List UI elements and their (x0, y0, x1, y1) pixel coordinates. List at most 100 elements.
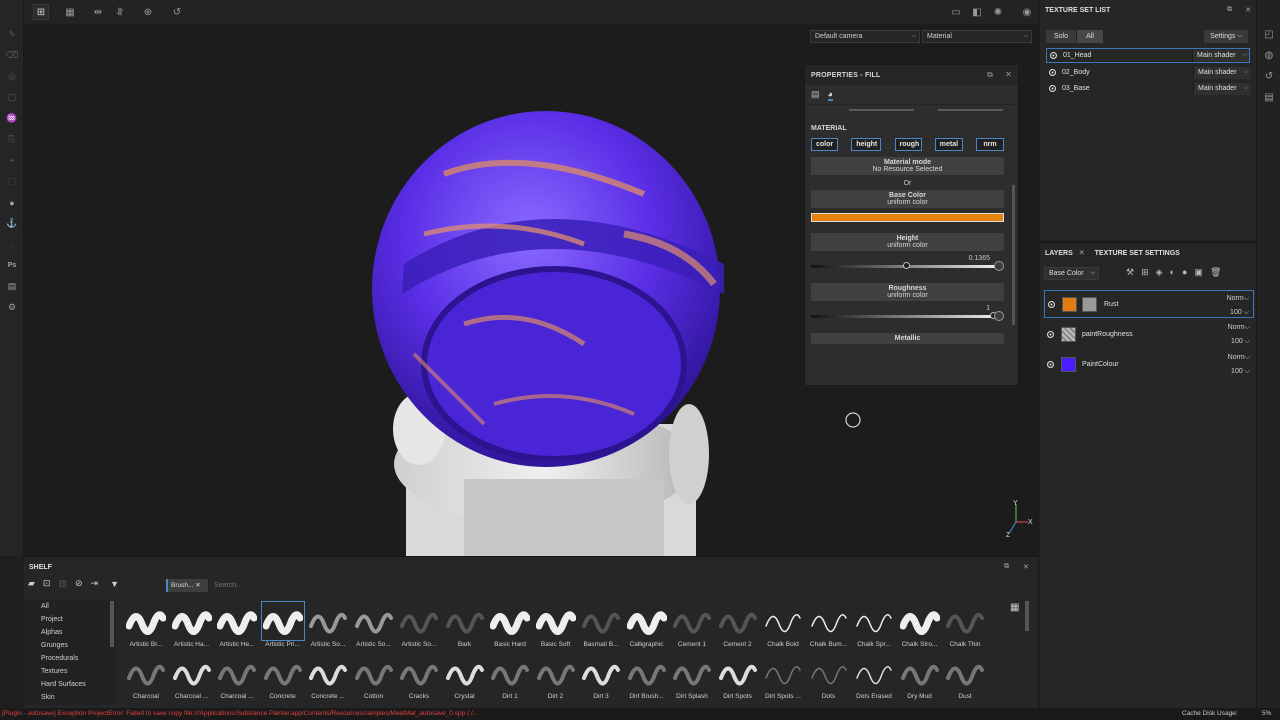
category-item[interactable]: Hard Surfaces (24, 678, 116, 691)
close-icon[interactable]: ✕ (195, 582, 200, 589)
chip-height[interactable]: height (851, 138, 882, 151)
visibility-icon[interactable] (1047, 360, 1054, 368)
add-mask-icon[interactable]: ◐ (1170, 267, 1175, 278)
roughness-block[interactable]: Roughness uniform color (811, 283, 1004, 301)
brush-item[interactable]: Charcoal ... (170, 653, 214, 703)
opacity-value[interactable]: 100 (1231, 338, 1243, 345)
visibility-icon[interactable] (1050, 52, 1057, 59)
brush-item[interactable]: Dirt Spots ... (761, 653, 805, 703)
brush-item[interactable]: Cracks (397, 653, 441, 703)
settings-button[interactable]: Settings ⌵ (1204, 30, 1248, 43)
brush-item[interactable]: Cotton (352, 653, 396, 703)
scrollbar[interactable] (1012, 185, 1015, 325)
symmetry-icon[interactable]: ⇹ (90, 4, 106, 20)
brush-item[interactable]: Concrete ... (306, 653, 350, 703)
brush-scrollbar[interactable] (1025, 601, 1029, 631)
brush-item[interactable]: Calligraphic (625, 601, 669, 651)
channel-select[interactable]: Base Color ⌵ (1044, 267, 1099, 280)
brush-item[interactable]: Chalk Spr... (852, 601, 896, 651)
search-input[interactable] (214, 579, 514, 592)
layer-row[interactable]: PaintColour Norm⌵ 100 ⌵ (1044, 350, 1254, 378)
filter-icon[interactable]: ▼ (110, 579, 119, 589)
color-picker-icon[interactable]: ⬚ (0, 171, 24, 192)
brush-item[interactable]: Chalk Bold (761, 601, 805, 651)
brush-item[interactable]: Dirt Splash (670, 653, 714, 703)
category-item[interactable]: Alphas (24, 626, 116, 639)
brush-item[interactable]: Cement 1 (670, 601, 714, 651)
grid-view-icon[interactable]: ▦ (1010, 602, 1019, 613)
texture-set-row[interactable]: 01_Head Main shader ⌵ (1046, 48, 1250, 63)
brush-item[interactable]: Basic Hard (488, 601, 532, 651)
layer-row[interactable]: paintRoughness Norm⌵ 100 ⌵ (1044, 320, 1254, 348)
visibility-icon[interactable] (1049, 69, 1056, 76)
brush-item[interactable]: Dirt 2 (534, 653, 578, 703)
new-folder-icon[interactable]: ⊡ (43, 578, 51, 589)
fill-settings-icon[interactable]: ▤ (811, 89, 820, 100)
history-icon[interactable]: ↺ (1257, 66, 1280, 87)
clone-icon[interactable]: ⎘ (0, 129, 24, 150)
close-icon[interactable]: ✕ (1079, 249, 1085, 257)
material-sphere-icon[interactable]: ◕ (827, 89, 833, 101)
category-item[interactable]: All (24, 600, 116, 613)
close-icon[interactable]: ✕ (1005, 70, 1012, 80)
brush-item[interactable]: Chalk Thin (943, 601, 987, 651)
brush-item[interactable]: Dry Mud (898, 653, 942, 703)
bake-icon[interactable]: ● (0, 192, 24, 213)
anchor-icon[interactable]: ⚓ (0, 213, 24, 234)
projection-icon[interactable]: ◎ (0, 66, 24, 87)
chip-nrm[interactable]: nrm (976, 138, 1004, 151)
brush-item[interactable]: Crystal (443, 653, 487, 703)
grid-view-icon[interactable]: ▦ (62, 4, 78, 20)
add-icon[interactable]: ⊕ (140, 4, 156, 20)
all-button[interactable]: All (1077, 30, 1103, 43)
import-icon[interactable]: ⇥ (91, 578, 99, 589)
brush-item[interactable]: Dirt Spots (716, 653, 760, 703)
graph-icon[interactable] (994, 311, 1004, 321)
brush-item[interactable]: Artistic He... (215, 601, 259, 651)
tab-texture-set-settings[interactable]: TEXTURE SET SETTINGS (1095, 250, 1180, 257)
blend-mode-select[interactable]: Norm (1228, 324, 1245, 331)
brush-item[interactable]: Artistic So... (306, 601, 350, 651)
history-icon[interactable]: ↺ (169, 4, 185, 20)
viewport-2d-icon[interactable]: ▭ (948, 4, 964, 20)
slider-knob[interactable] (903, 262, 911, 269)
roughness-slider[interactable] (811, 312, 997, 319)
float-icon[interactable]: ⧉ (987, 70, 993, 80)
brush-item[interactable]: Artistic Pri... (260, 601, 305, 651)
add-folder-icon[interactable]: ▣ (1194, 267, 1203, 278)
brush-item[interactable]: Dots Erased (852, 653, 896, 703)
height-block[interactable]: Height uniform color (811, 233, 1004, 251)
brush-item[interactable]: Chalk Bum... (807, 601, 851, 651)
visibility-icon[interactable] (1049, 85, 1056, 92)
photoshop-export-icon[interactable]: Ps (0, 255, 24, 276)
tab-layers[interactable]: LAYERS (1045, 250, 1073, 257)
layer-row[interactable]: Rust Norm⌵ 100 ⌵ (1044, 290, 1254, 318)
height-slider[interactable] (811, 262, 996, 269)
brush-item[interactable]: Artistic Ha... (170, 601, 214, 651)
visibility-icon[interactable] (1047, 330, 1054, 338)
add-fill-layer-icon[interactable]: ◈ (1156, 267, 1163, 278)
chip-color[interactable]: color (811, 138, 838, 151)
solo-button[interactable]: Solo (1046, 30, 1076, 43)
material-mode-block[interactable]: Material mode No Resource Selected (811, 157, 1004, 175)
blend-mode-select[interactable]: Norm (1228, 354, 1245, 361)
category-item[interactable]: Textures (24, 665, 116, 678)
opacity-value[interactable]: 100 (1230, 309, 1242, 316)
height-value[interactable]: 0.1365 (805, 251, 990, 265)
brush-item[interactable]: Basmati B... (579, 601, 623, 651)
brush-item[interactable]: Dirt 1 (488, 653, 532, 703)
opacity-value[interactable]: 100 (1231, 368, 1243, 375)
brush-item[interactable]: Artistic So... (352, 601, 396, 651)
effect-icon[interactable]: ⚒ (1126, 267, 1134, 278)
brush-item[interactable]: Cement 2 (716, 601, 760, 651)
texture-set-icon[interactable]: ◰ (1257, 24, 1280, 45)
eraser-icon[interactable]: ⌫ (0, 45, 24, 66)
refresh-icon[interactable]: ◌ (127, 579, 132, 589)
camera-icon[interactable]: ◉ (1019, 4, 1035, 20)
roughness-value[interactable]: 1 (805, 301, 990, 315)
float-icon[interactable]: ⧉ (1227, 6, 1232, 14)
error-message[interactable]: [Plugin - autosave] Exception ProjectErr… (2, 708, 582, 720)
log-icon[interactable]: ▤ (1257, 87, 1280, 108)
shader-select[interactable]: Main shader ⌵ (1193, 66, 1250, 79)
hide-icon[interactable]: ⊘ (75, 578, 83, 589)
